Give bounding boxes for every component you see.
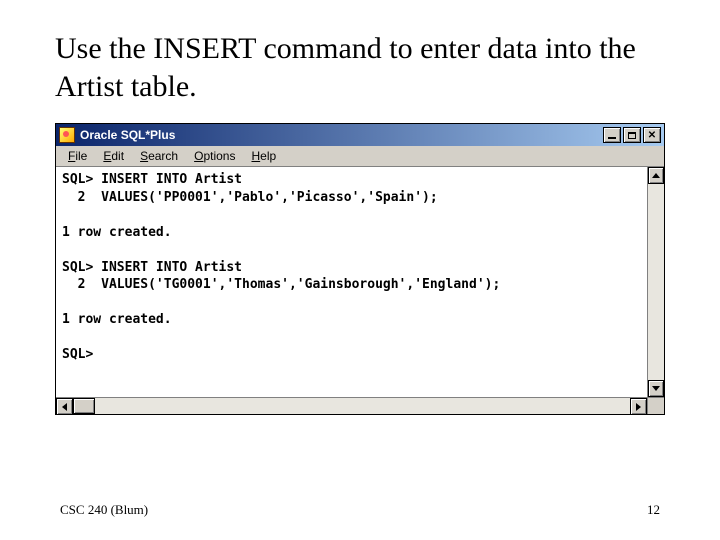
window-buttons: ✕ [603, 127, 661, 143]
menu-options-rest: ptions [203, 149, 235, 163]
slide-title: Use the INSERT command to enter data int… [55, 30, 665, 105]
horizontal-scrollbar-row [56, 397, 664, 414]
scroll-down-button[interactable] [648, 380, 664, 397]
footer-left: CSC 240 (Blum) [60, 502, 148, 518]
menu-file[interactable]: File [60, 148, 95, 164]
footer-right: 12 [647, 502, 660, 518]
menu-help[interactable]: Help [243, 148, 284, 164]
menu-edit[interactable]: Edit [95, 148, 132, 164]
terminal-output[interactable]: SQL> INSERT INTO Artist 2 VALUES('PP0001… [56, 167, 647, 397]
scroll-left-button[interactable] [56, 398, 73, 415]
menu-help-rest: elp [260, 149, 276, 163]
scrollbar-corner [647, 398, 664, 414]
scroll-right-button[interactable] [630, 398, 647, 415]
window-title: Oracle SQL*Plus [80, 128, 603, 142]
menubar: File Edit Search Options Help [56, 146, 664, 167]
scroll-up-button[interactable] [648, 167, 664, 184]
minimize-button[interactable] [603, 127, 621, 143]
client-area: SQL> INSERT INTO Artist 2 VALUES('PP0001… [56, 167, 664, 397]
app-icon [59, 127, 75, 143]
horizontal-scrollbar[interactable] [56, 398, 647, 414]
menu-file-rest: ile [75, 149, 87, 163]
slide-footer: CSC 240 (Blum) 12 [60, 502, 660, 518]
menu-options[interactable]: Options [186, 148, 243, 164]
menu-edit-rest: dit [111, 149, 124, 163]
vscroll-track[interactable] [648, 184, 664, 380]
close-button[interactable]: ✕ [643, 127, 661, 143]
slide: Use the INSERT command to enter data int… [0, 0, 720, 540]
hscroll-track[interactable] [73, 398, 630, 414]
titlebar: Oracle SQL*Plus ✕ [56, 124, 664, 146]
hscroll-thumb[interactable] [73, 398, 95, 414]
maximize-button[interactable] [623, 127, 641, 143]
menu-search-rest: earch [148, 149, 178, 163]
menu-search[interactable]: Search [132, 148, 186, 164]
sqlplus-window: Oracle SQL*Plus ✕ File Edit Search Optio… [55, 123, 665, 415]
vertical-scrollbar[interactable] [647, 167, 664, 397]
